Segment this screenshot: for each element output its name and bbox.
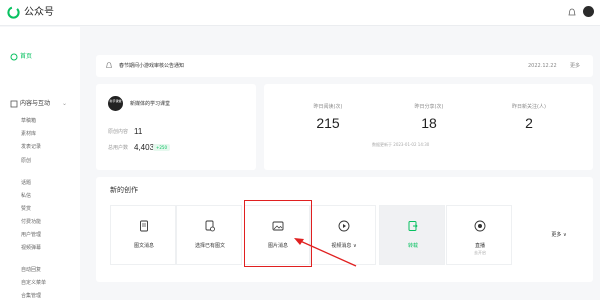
copy-document-icon [205, 220, 215, 232]
sidebar-item-auto-reply[interactable]: 自动回复 [21, 267, 41, 273]
content-icon [10, 100, 18, 108]
stats-card: 昨日阅读(次) 215 昨日分享(次) 18 昨日新关注(人) 2 数据更新于 … [264, 84, 593, 170]
account-avatar: 新手课堂 [108, 96, 123, 111]
tile-label: 转载 [407, 243, 418, 249]
growth-badge: +250 [153, 144, 170, 151]
total-users-label: 总用户数 [108, 145, 129, 151]
bell-icon[interactable] [568, 8, 576, 17]
sidebar-item-danmaku[interactable]: 视频弹幕 [21, 245, 41, 251]
total-users-value: 4,403 [134, 143, 155, 152]
user-avatar[interactable] [583, 6, 594, 17]
original-content-value: 11 [134, 127, 143, 136]
repost-tile[interactable]: 转载 [379, 205, 445, 265]
sidebar-item-appreciation[interactable]: 赞赏 [21, 206, 31, 212]
highlight-box [244, 200, 312, 267]
stat-value-follows: 2 [525, 115, 533, 131]
stat-value-reads: 215 [316, 115, 340, 131]
sidebar-item-custom-menu[interactable]: 自定义菜单 [21, 280, 46, 286]
live-tile[interactable]: 直播 去开启 [446, 205, 512, 265]
more-options-tile[interactable]: 更多 ∨ [526, 205, 592, 265]
sidebar-item-home[interactable]: 首页 [20, 53, 32, 61]
sidebar-item-paid[interactable]: 付费功能 [21, 219, 41, 225]
top-bar: 公众号 [0, 0, 600, 26]
tile-label: 图文消息 [133, 243, 154, 249]
sidebar-item-materials[interactable]: 素材库 [21, 131, 36, 137]
sidebar-item-publish-history[interactable]: 发表记录 [21, 144, 41, 150]
tile-label: 直播 [474, 243, 485, 249]
sidebar-group-content[interactable]: 内容与互动 [20, 100, 50, 108]
notice-date: 2022.12.22 [528, 63, 557, 69]
notice-text[interactable]: 春节期间小游戏审核公告通知 [119, 63, 184, 69]
sidebar-item-messages[interactable]: 私信 [21, 193, 31, 199]
tile-sublabel: 去开启 [474, 250, 486, 255]
tile-label: 选择已有图文 [194, 243, 225, 249]
live-icon [474, 220, 486, 232]
video-message-tile[interactable]: 视频消息 ∨ [310, 205, 376, 265]
play-icon [338, 220, 350, 232]
chevron-down-icon[interactable]: ⌄ [62, 101, 67, 107]
account-name: 新媒体的学习课堂 [130, 101, 171, 107]
notice-card[interactable]: 春节期间小游戏审核公告通知 2022.12.22 更多 [96, 55, 593, 77]
wechat-logo-icon [7, 6, 20, 19]
bell-icon [106, 62, 112, 68]
select-existing-article-tile[interactable]: 选择已有图文 [176, 205, 242, 265]
notice-more-link[interactable]: 更多 [570, 63, 580, 69]
stat-value-shares: 18 [421, 115, 437, 131]
more-label: 更多 ∨ [551, 232, 567, 238]
document-icon [140, 220, 148, 232]
export-icon [408, 221, 418, 231]
stats-update-note: 数据更新于 2023-01-02 14:30 [372, 142, 430, 147]
create-section-title: 新的创作 [110, 186, 138, 194]
sidebar-item-collections[interactable]: 合集管理 [21, 293, 41, 299]
original-content-label: 原创内容 [108, 129, 129, 135]
stat-label-shares: 昨日分享(次) [414, 104, 444, 110]
home-icon [10, 53, 18, 61]
sidebar-item-topics[interactable]: 话题 [21, 180, 31, 186]
app-title: 公众号 [24, 7, 54, 18]
sidebar-item-drafts[interactable]: 草稿箱 [21, 118, 36, 124]
account-card: 新手课堂 新媒体的学习课堂 原创内容 11 总用户数 4,403 +250 [96, 84, 256, 170]
tile-label: 视频消息 ∨ [331, 243, 357, 249]
create-article-tile[interactable]: 图文消息 [110, 205, 176, 265]
create-card: 新的创作 图文消息 选择已有图文 图片消息 视频消息 ∨ 转载 直播 去开启 更… [96, 177, 593, 282]
sidebar-item-original[interactable]: 原创 [21, 158, 31, 164]
sidebar: 首页 内容与互动 ⌄ 草稿箱 素材库 发表记录 原创 话题 私信 赞赏 付费功能… [0, 27, 80, 300]
stat-label-follows: 昨日新关注(人) [512, 104, 546, 110]
sidebar-item-users[interactable]: 用户管理 [21, 232, 41, 238]
stat-label-reads: 昨日阅读(次) [313, 104, 343, 110]
